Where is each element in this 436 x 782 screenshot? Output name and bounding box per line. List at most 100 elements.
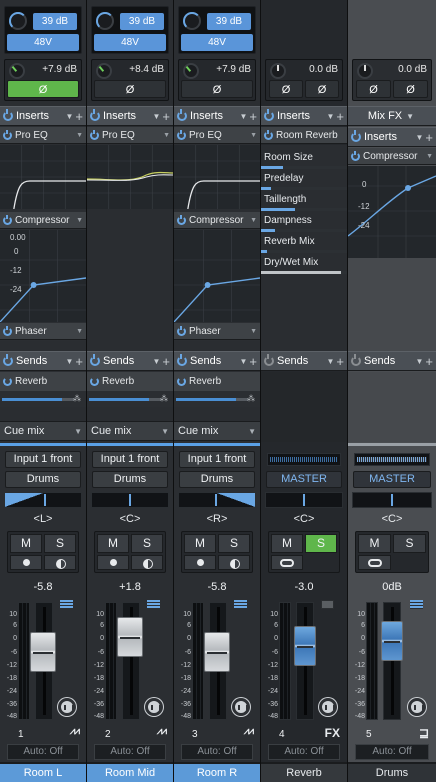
phase-invert-button[interactable]: Ø xyxy=(181,80,253,98)
sends-header[interactable]: Sends ▼ + xyxy=(348,351,436,371)
monitor-icon[interactable] xyxy=(44,555,76,570)
phantom-power-button[interactable]: 48V xyxy=(181,34,253,51)
chevron-down-icon[interactable]: ▼ xyxy=(326,357,334,366)
power-icon[interactable] xyxy=(3,325,12,336)
compressor-curve-display[interactable]: 0 -12 -24 xyxy=(348,166,436,258)
param-reverb-mix[interactable]: Reverb Mix xyxy=(261,232,347,253)
record-mode-icon[interactable] xyxy=(232,698,250,716)
power-icon[interactable] xyxy=(177,129,186,140)
param-predelay[interactable]: Predelay xyxy=(261,169,347,190)
sends-empty-area[interactable] xyxy=(87,407,173,421)
solo-button[interactable]: S xyxy=(305,534,337,553)
power-icon[interactable] xyxy=(264,354,274,366)
insert-empty-area[interactable] xyxy=(174,341,260,351)
flags-icon[interactable] xyxy=(321,600,334,609)
chevron-down-icon[interactable]: ▼ xyxy=(326,112,334,121)
power-icon[interactable] xyxy=(177,109,187,121)
volume-value[interactable]: -5.8 xyxy=(0,581,86,593)
sends-empty-area[interactable] xyxy=(348,372,436,442)
send-slot-reverb[interactable]: Reverb xyxy=(87,372,173,391)
mix-fx-header[interactable]: Mix FX ▼ xyxy=(348,106,436,126)
monitor-icon[interactable] xyxy=(218,555,250,570)
solo-button[interactable]: S xyxy=(218,534,250,553)
compressor-curve-display[interactable] xyxy=(174,230,260,322)
automation-mode[interactable]: Auto: Off xyxy=(268,744,340,760)
send-slot-reverb[interactable]: Reverb xyxy=(0,372,86,391)
phase-invert-right-button[interactable]: Ø xyxy=(393,80,428,98)
record-mode-icon[interactable] xyxy=(408,698,426,716)
trim-knob[interactable] xyxy=(9,63,25,79)
input-selector[interactable]: Input 1 front xyxy=(179,451,255,468)
flags-icon[interactable] xyxy=(234,600,247,609)
phase-invert-button[interactable]: Ø xyxy=(94,80,166,98)
inserts-header[interactable]: Inserts ▼ + xyxy=(348,127,436,147)
chevron-down-icon[interactable]: ▼ xyxy=(152,112,160,121)
inserts-header[interactable]: Inserts ▼ + xyxy=(261,106,347,126)
param-dry-wet-mix[interactable]: Dry/Wet Mix xyxy=(261,253,347,274)
phase-invert-right-button[interactable]: Ø xyxy=(305,80,339,98)
solo-button[interactable]: S xyxy=(131,534,163,553)
chevron-down-icon[interactable]: ▼ xyxy=(239,112,247,121)
cue-mix-selector[interactable]: Cue mix ▼ xyxy=(174,421,260,441)
add-send-icon[interactable]: + xyxy=(75,354,83,369)
cue-mix-selector[interactable]: Cue mix ▼ xyxy=(0,421,86,441)
record-mode-icon[interactable] xyxy=(58,698,76,716)
sends-empty-area[interactable] xyxy=(174,407,260,421)
fader-handle[interactable] xyxy=(381,621,403,661)
add-insert-icon[interactable]: + xyxy=(162,109,170,124)
send-level-slider[interactable]: ⁂ xyxy=(0,394,86,404)
volume-value[interactable]: +1.8 xyxy=(87,581,173,593)
insert-slot-compressor[interactable]: Compressor ▼ xyxy=(174,212,260,229)
phase-invert-left-button[interactable]: Ø xyxy=(356,80,391,98)
eq-curve-display[interactable] xyxy=(87,145,173,209)
record-mode-icon[interactable] xyxy=(319,698,337,716)
solo-button[interactable]: S xyxy=(393,534,426,553)
mute-button[interactable]: M xyxy=(184,534,216,553)
trim-knob[interactable] xyxy=(96,63,112,79)
send-level-slider[interactable]: ⁂ xyxy=(174,394,260,404)
inserts-header[interactable]: Inserts ▼ + xyxy=(174,106,260,126)
gain-knob[interactable] xyxy=(9,12,27,30)
fader-handle[interactable] xyxy=(294,626,316,666)
output-selector[interactable]: MASTER xyxy=(266,471,342,488)
pan-slider[interactable] xyxy=(352,492,432,508)
power-icon[interactable] xyxy=(3,377,12,386)
sends-header[interactable]: Sends ▼ + xyxy=(87,351,173,371)
add-insert-icon[interactable]: + xyxy=(75,109,83,124)
flags-icon[interactable] xyxy=(60,600,73,609)
fader-handle[interactable] xyxy=(204,632,230,672)
record-arm-icon[interactable] xyxy=(97,555,129,570)
compressor-curve-display[interactable]: 0.00 0 -12 -24 xyxy=(0,230,86,322)
add-send-icon[interactable]: + xyxy=(425,354,433,369)
power-icon[interactable] xyxy=(3,129,12,140)
pan-slider[interactable] xyxy=(4,492,82,508)
automation-mode[interactable]: Auto: Off xyxy=(7,744,79,760)
power-icon[interactable] xyxy=(264,109,274,121)
fader-handle[interactable] xyxy=(117,617,143,657)
link-icon[interactable] xyxy=(271,555,303,570)
fader-handle[interactable] xyxy=(30,632,56,672)
insert-slot-room-reverb[interactable]: Room Reverb xyxy=(261,127,347,144)
phase-invert-left-button[interactable]: Ø xyxy=(269,80,303,98)
cue-mix-selector[interactable]: Cue mix ▼ xyxy=(87,421,173,441)
volume-value[interactable]: 0dB xyxy=(348,581,436,593)
output-selector[interactable]: Drums xyxy=(92,471,168,488)
insert-empty-area[interactable] xyxy=(348,258,436,351)
gain-value[interactable]: 39 dB xyxy=(120,13,164,30)
power-icon[interactable] xyxy=(177,325,186,336)
send-pan-icon[interactable]: ⁂ xyxy=(73,394,83,404)
insert-empty-area[interactable] xyxy=(0,341,86,351)
input-selector[interactable]: Input 1 front xyxy=(5,451,81,468)
chevron-down-icon[interactable]: ▼ xyxy=(415,357,423,366)
gain-knob[interactable] xyxy=(96,12,114,30)
input-selector[interactable]: Input 1 front xyxy=(92,451,168,468)
power-icon[interactable] xyxy=(264,129,273,140)
automation-mode[interactable]: Auto: Off xyxy=(181,744,253,760)
channel-name[interactable]: Reverb xyxy=(261,764,347,782)
channel-name[interactable]: Drums xyxy=(348,764,436,782)
chevron-down-icon[interactable]: ▼ xyxy=(76,217,83,224)
chevron-down-icon[interactable]: ▼ xyxy=(239,357,247,366)
phantom-power-button[interactable]: 48V xyxy=(94,34,166,51)
output-selector[interactable]: Drums xyxy=(179,471,255,488)
mute-button[interactable]: M xyxy=(271,534,303,553)
